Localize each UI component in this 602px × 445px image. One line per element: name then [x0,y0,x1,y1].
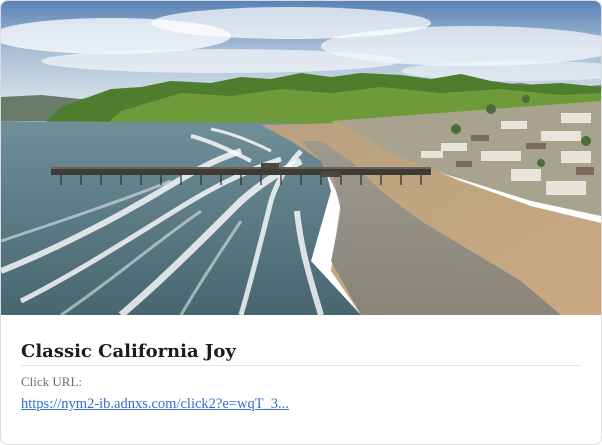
ad-image[interactable] [1,1,601,315]
divider [21,365,581,366]
click-url-link[interactable]: https://nym2-ib.adnxs.com/click2?e=wqT_3… [21,395,289,413]
click-url-label: Click URL: [21,374,83,389]
card-content: Classic California Joy Click URL: https:… [21,315,581,413]
ad-card: Classic California Joy Click URL: https:… [0,0,602,445]
ad-title: Classic California Joy [21,341,236,362]
